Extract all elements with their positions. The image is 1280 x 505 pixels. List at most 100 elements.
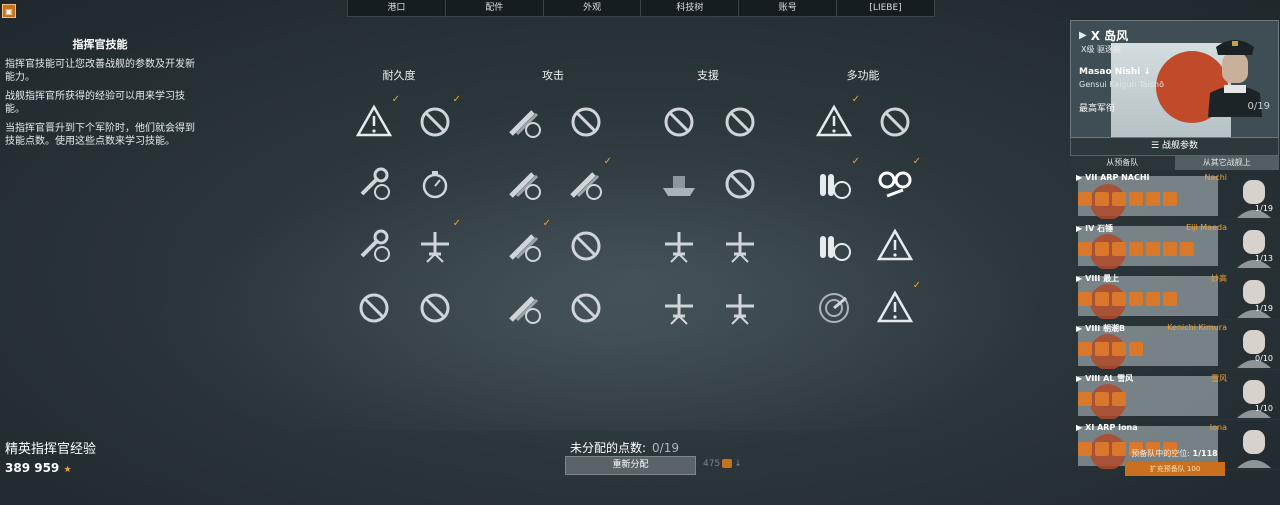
locked-skill-icon[interactable] <box>873 100 917 144</box>
warning-skill-icon[interactable]: ✓ <box>873 280 921 330</box>
locked-skill-icon[interactable] <box>657 100 701 144</box>
warning-skill-icon[interactable]: ✓ <box>352 94 400 144</box>
skill-icon <box>1129 292 1143 306</box>
warning-skill-icon[interactable] <box>873 224 917 268</box>
aircraft-skill-icon[interactable] <box>657 286 701 330</box>
learned-skills <box>1078 392 1126 406</box>
shells-skill-icon[interactable] <box>812 224 856 268</box>
skill-icon <box>1078 242 1092 256</box>
commander-points: 0/10 <box>1255 354 1273 363</box>
dismiss-icon[interactable]: ↓ <box>1143 67 1151 77</box>
learned-check-icon: ✓ <box>452 94 461 105</box>
ship-class-icon: ▶ <box>1076 173 1083 182</box>
tab-tech-tree[interactable]: 科技树 <box>641 0 740 16</box>
warning-skill-icon[interactable]: ✓ <box>812 94 860 144</box>
ship-class-icon: ▶ <box>1076 423 1083 432</box>
commander-ship: ▶ IV 石锤 <box>1076 224 1114 233</box>
learned-check-icon: ✓ <box>603 156 612 167</box>
locked-skill-icon[interactable]: ✓ <box>413 94 461 144</box>
commander-ship: ▶ VIII AL 雪风 <box>1076 374 1134 383</box>
gun-skill-icon[interactable] <box>503 286 547 330</box>
skill-icon <box>1129 242 1143 256</box>
shells-skill-icon[interactable]: ✓ <box>812 156 860 206</box>
tab-clan[interactable]: [LIEBE] <box>837 0 934 16</box>
tab-account[interactable]: 账号 <box>739 0 838 16</box>
skill-icon <box>1095 242 1109 256</box>
menu-icon[interactable]: ▣ <box>2 4 16 18</box>
commander-name: Masao Nishi ↓ <box>1079 67 1151 77</box>
tab-appearance[interactable]: 外观 <box>544 0 642 16</box>
tab-from-other-ships[interactable]: 从其它战舰上 <box>1174 156 1279 170</box>
commander-name: Eiji Maeda <box>1186 223 1227 232</box>
commander-points: 1/19 <box>1255 204 1273 213</box>
locked-skill-icon[interactable] <box>718 100 762 144</box>
tab-port[interactable]: 港口 <box>348 0 446 16</box>
unassigned-points: 未分配的点数: 0/19 <box>570 439 679 456</box>
skill-icon <box>1112 342 1126 356</box>
locked-skill-icon[interactable] <box>564 100 608 144</box>
repair-skill-icon[interactable] <box>352 162 396 206</box>
list-icon: ☰ <box>1151 141 1160 151</box>
commander-name: 雪风 <box>1211 374 1227 383</box>
learned-check-icon: ✓ <box>912 280 921 291</box>
aircraft-skill-icon[interactable] <box>657 224 701 268</box>
reset-skills-button[interactable]: 重新分配 <box>565 456 696 475</box>
ship-class-icon: ▶ <box>1076 374 1083 383</box>
skill-icon <box>1146 292 1160 306</box>
learned-check-icon: ✓ <box>912 156 921 167</box>
aircraft-skill-icon[interactable]: ✓ <box>413 218 461 268</box>
commander-card-item[interactable]: ▶ VIII 朝潮B Kenichi Kimura 0/10 <box>1070 320 1279 370</box>
ship-class-icon: ▶ <box>1076 274 1083 283</box>
expand-reserve-button[interactable]: 扩充预备队 100 <box>1125 462 1225 476</box>
elite-xp-value: 389 959 <box>5 461 60 475</box>
tab-from-reserve[interactable]: 从预备队 <box>1070 156 1175 170</box>
learned-check-icon: ✓ <box>851 94 860 105</box>
skill-icon <box>1112 292 1126 306</box>
elite-xp-label: 精英指挥官经验 <box>5 442 97 457</box>
commander-points: 1/13 <box>1255 254 1273 263</box>
skill-icon <box>1163 292 1177 306</box>
locked-skill-icon[interactable] <box>564 286 608 330</box>
locked-skill-icon[interactable] <box>564 224 608 268</box>
skill-icon <box>1095 192 1109 206</box>
learned-skills <box>1078 192 1177 206</box>
skill-icon <box>1078 342 1092 356</box>
gears-skill-icon[interactable]: ✓ <box>873 156 921 206</box>
commander-points: 1/10 <box>1255 404 1273 413</box>
commander-card-item[interactable]: ▶ VII ARP NACHI Nachi 1/19 <box>1070 170 1279 220</box>
category-support: 支援 <box>697 69 719 82</box>
commander-card-item[interactable]: ▶ VIII AL 雪风 雪风 1/10 <box>1070 370 1279 420</box>
commander-rank: Gensui Kaigun Taishō <box>1079 80 1165 89</box>
gun-skill-icon[interactable] <box>503 100 547 144</box>
ship-skill-icon[interactable] <box>657 162 701 206</box>
category-attack: 攻击 <box>542 69 564 82</box>
skill-icon <box>1112 192 1126 206</box>
locked-skill-icon[interactable] <box>413 286 457 330</box>
aircraft-skill-icon[interactable] <box>718 286 762 330</box>
gun-skill-icon[interactable] <box>503 162 547 206</box>
timer-skill-icon[interactable] <box>413 162 457 206</box>
category-versatility: 多功能 <box>846 69 880 82</box>
commander-name: 妙高 <box>1211 274 1227 283</box>
info-paragraph: 指挥官技能可让您改善战舰的参数及开发新能力。 <box>5 59 195 83</box>
aircraft-skill-icon[interactable] <box>718 224 762 268</box>
locked-skill-icon[interactable] <box>718 162 762 206</box>
commander-ship: ▶ VIII 最上 <box>1076 274 1120 283</box>
commander-panel: ▶ X 岛风 X级 驱逐舰 Masao Nishi ↓ Gensui Kaigu… <box>1070 20 1279 470</box>
commander-card-item[interactable]: ▶ IV 石锤 Eiji Maeda 1/13 <box>1070 220 1279 270</box>
repair-skill-icon[interactable] <box>352 224 396 268</box>
gun-skill-icon[interactable]: ✓ <box>503 218 551 268</box>
commander-card-item[interactable]: ▶ VIII 最上 妙高 1/19 <box>1070 270 1279 320</box>
reset-cost-value: 475 <box>703 459 721 469</box>
locked-skill-icon[interactable] <box>352 286 396 330</box>
gun-skill-icon[interactable]: ✓ <box>564 156 612 206</box>
learned-check-icon: ✓ <box>542 218 551 229</box>
skill-icon <box>1112 242 1126 256</box>
ship-subtitle: X级 驱逐舰 <box>1081 45 1122 54</box>
skill-icon <box>1146 242 1160 256</box>
commander-ship: ▶ XI ARP Iona <box>1076 423 1138 432</box>
commander-ship: ▶ VII ARP NACHI <box>1076 173 1150 182</box>
radar-skill-icon[interactable] <box>812 286 856 330</box>
tab-equipment[interactable]: 配件 <box>446 0 544 16</box>
ship-params-button[interactable]: ☰ 战舰参数 <box>1070 138 1279 156</box>
